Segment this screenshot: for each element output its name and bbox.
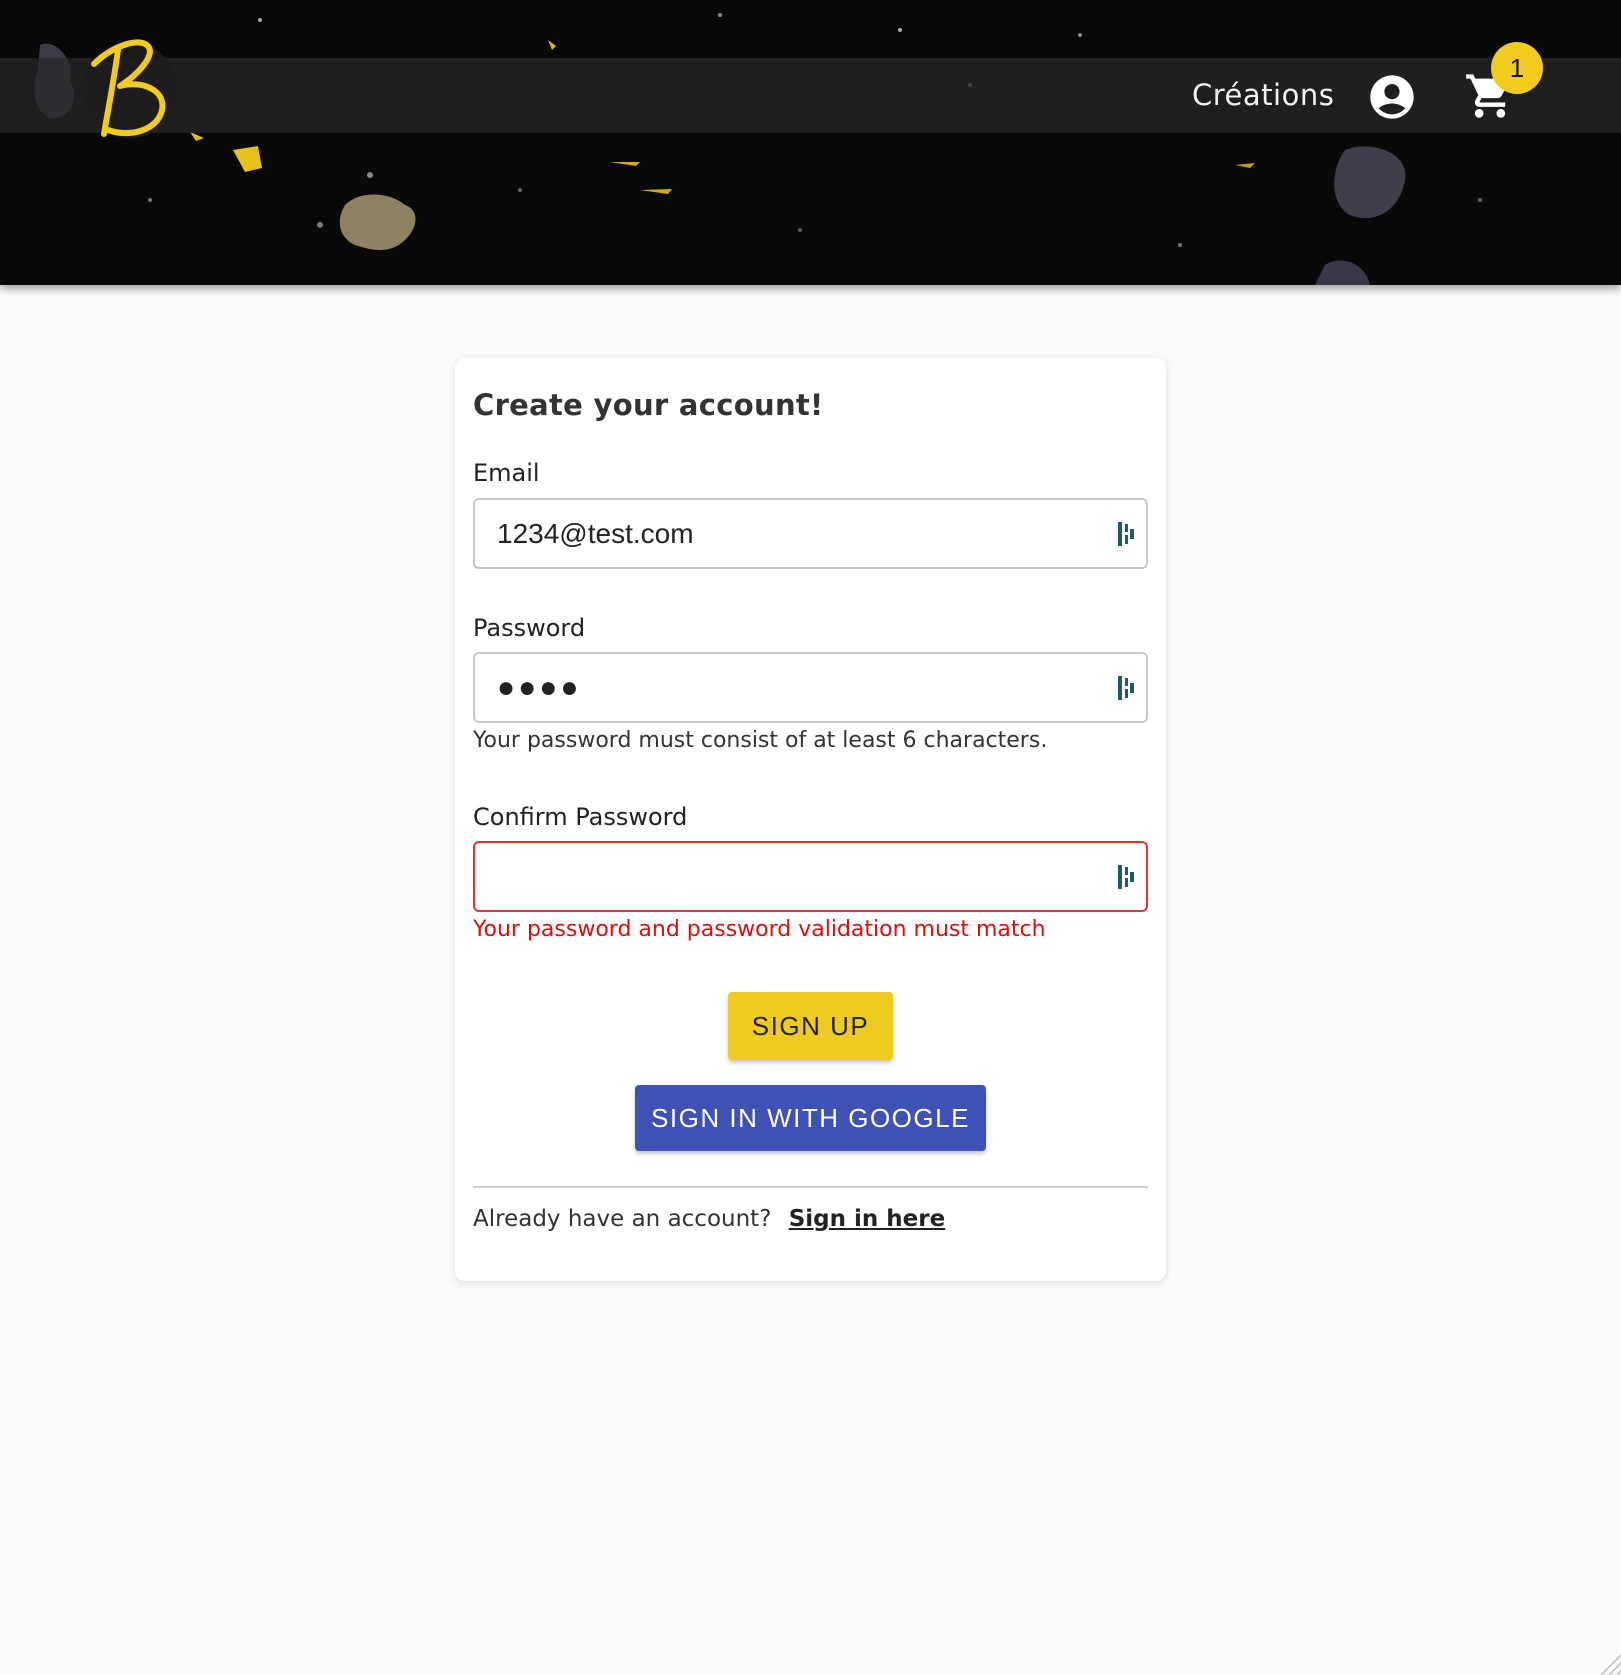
divider bbox=[473, 1186, 1148, 1188]
sign-in-link[interactable]: Sign in here bbox=[789, 1206, 945, 1232]
resize-grip-icon[interactable] bbox=[1595, 1649, 1621, 1675]
nav-creations-link[interactable]: Créations bbox=[1192, 78, 1334, 112]
account-circle-icon[interactable] bbox=[1366, 71, 1418, 123]
signin-prompt: Already have an account? Sign in here bbox=[473, 1206, 945, 1232]
password-label: Password bbox=[473, 614, 586, 642]
cart-count-badge[interactable]: 1 bbox=[1491, 42, 1543, 94]
form-title: Create your account! bbox=[473, 388, 824, 422]
password-manager-icon[interactable] bbox=[1116, 674, 1138, 702]
signin-prompt-text: Already have an account? bbox=[473, 1206, 772, 1232]
sign-up-button[interactable]: SIGN UP bbox=[728, 992, 893, 1060]
google-sign-in-button[interactable]: SIGN IN WITH GOOGLE bbox=[635, 1085, 986, 1151]
password-masked-value: ●●●● bbox=[497, 671, 582, 704]
logo-b-icon[interactable] bbox=[80, 30, 180, 142]
hero-header: Créations 1 bbox=[0, 0, 1621, 285]
password-manager-icon[interactable] bbox=[1116, 863, 1138, 891]
signup-card: Create your account! Email 1234@test.com… bbox=[455, 358, 1166, 1281]
password-helper-text: Your password must consist of at least 6… bbox=[473, 728, 1048, 753]
email-field[interactable]: 1234@test.com bbox=[473, 498, 1148, 569]
confirm-password-error: Your password and password validation mu… bbox=[473, 917, 1046, 942]
confirm-password-label: Confirm Password bbox=[473, 803, 688, 831]
email-label: Email bbox=[473, 459, 540, 487]
password-field[interactable]: ●●●● bbox=[473, 652, 1148, 723]
confirm-password-field[interactable] bbox=[473, 841, 1148, 912]
password-manager-icon[interactable] bbox=[1116, 520, 1138, 548]
email-value: 1234@test.com bbox=[497, 518, 694, 549]
speckled-background bbox=[34, 13, 1482, 285]
